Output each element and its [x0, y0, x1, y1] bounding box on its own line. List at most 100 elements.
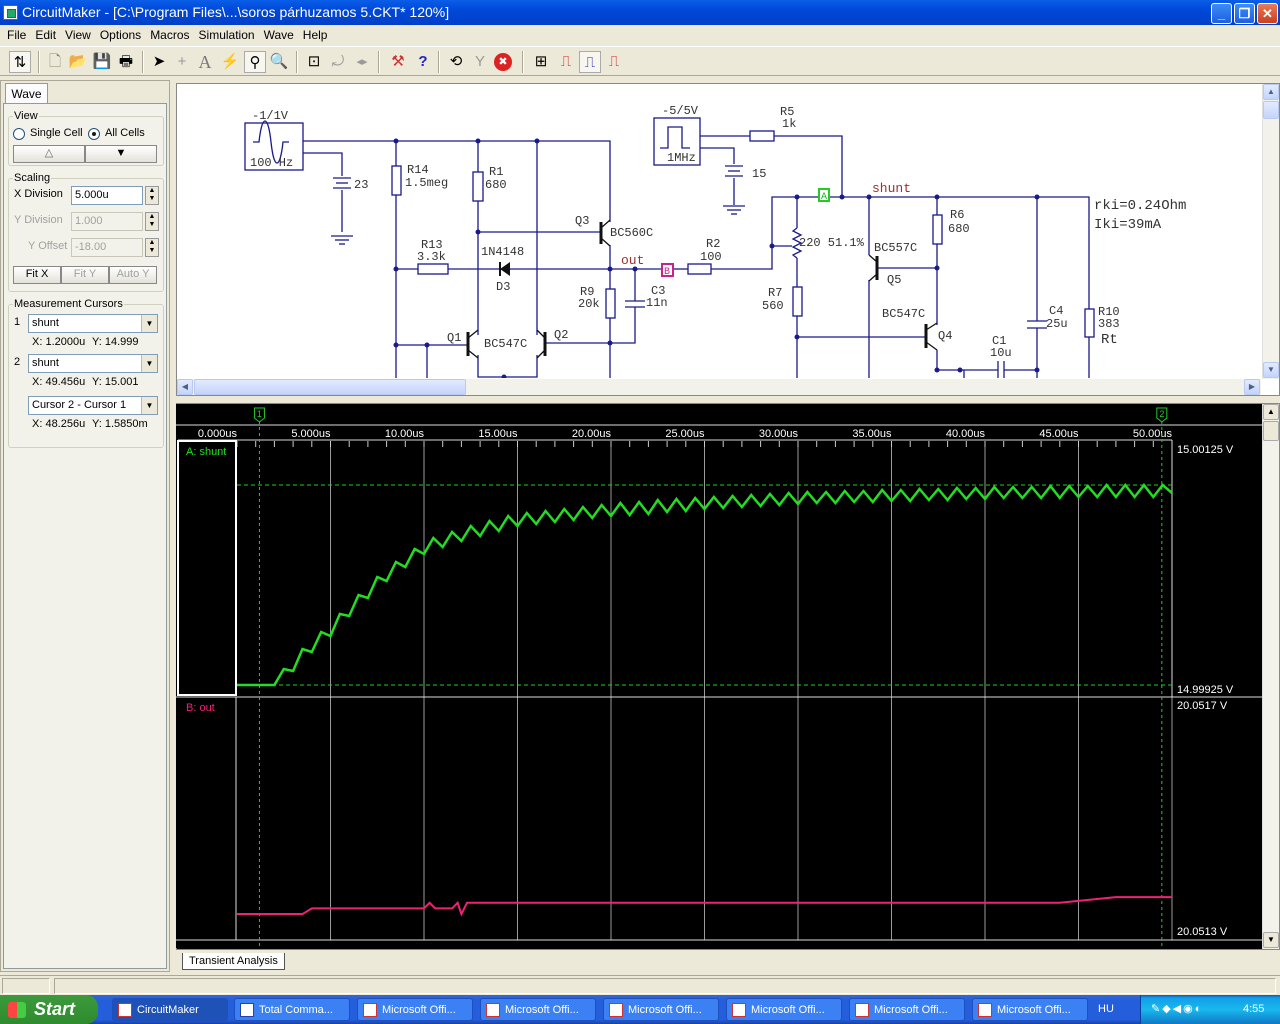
scroll-up-icon[interactable]: ▲ — [1263, 404, 1279, 420]
scroll-left-icon[interactable]: ◀ — [177, 379, 193, 395]
resistor-r2[interactable] — [687, 263, 712, 275]
battery-23v[interactable] — [333, 177, 351, 189]
help-icon[interactable]: ? — [412, 51, 434, 73]
menu-file[interactable]: File — [4, 26, 32, 45]
resistor-r9[interactable] — [605, 288, 616, 319]
cursor-1-trace-select[interactable]: shunt ▼ — [28, 314, 158, 333]
resistor-r14[interactable] — [391, 165, 402, 196]
device-icon[interactable]: ⊞ — [530, 51, 552, 73]
x-division-spinner[interactable]: ▲ ▼ — [145, 186, 159, 205]
y-offset-spinner[interactable]: ▲ ▼ — [145, 238, 159, 257]
cell-down-button[interactable]: ▼ — [85, 145, 157, 163]
taskbar-item-office[interactable]: Microsoft Offi... — [480, 998, 596, 1021]
mixed-wave-icon[interactable]: ⎍ — [603, 51, 625, 73]
y-offset-input[interactable]: -18.00 — [71, 238, 143, 257]
y-division-spinner[interactable]: ▲ ▼ — [145, 212, 159, 231]
new-file-icon[interactable]: 🗋 — [44, 51, 66, 73]
text-icon[interactable]: A — [194, 51, 216, 73]
maximize-button[interactable]: ❐ — [1234, 3, 1255, 24]
capacitor-c4[interactable] — [1027, 320, 1047, 329]
digital-wave-icon[interactable]: ⎍ — [555, 51, 577, 73]
netlist-icon[interactable]: ⚒ — [387, 51, 409, 73]
reset-icon[interactable]: ⟲ — [445, 51, 467, 73]
capacitor-c1[interactable] — [997, 361, 1005, 378]
net-label-shunt: shunt — [872, 181, 911, 196]
chevron-down-icon[interactable]: ▼ — [141, 315, 157, 332]
wave-vertical-scrollbar[interactable]: ▲ ▼ — [1262, 404, 1279, 949]
cell-up-button[interactable]: △ — [13, 145, 85, 163]
probe-tool-icon[interactable]: ⚲ — [244, 51, 266, 73]
tab-wave[interactable]: Wave — [5, 83, 48, 104]
app-icon[interactable] — [3, 5, 18, 20]
resistor-r10[interactable] — [1084, 308, 1095, 338]
cursor-2-trace-select[interactable]: shunt ▼ — [28, 354, 158, 373]
fit-y-button[interactable]: Fit Y — [61, 266, 109, 284]
print-icon[interactable]: 🖶 — [115, 51, 137, 73]
auto-y-button[interactable]: Auto Y — [109, 266, 157, 284]
analog-wave-icon[interactable]: ⎍ — [579, 51, 601, 73]
zoom-fit-icon[interactable]: ⊡ — [303, 51, 325, 73]
step-icon[interactable]: Y — [469, 51, 491, 73]
y-division-label: Y Division — [14, 214, 63, 226]
diode-d3[interactable] — [500, 262, 510, 276]
menu-edit[interactable]: Edit — [32, 26, 62, 45]
start-label: Start — [34, 999, 76, 1019]
mirror-icon[interactable]: ◂▸ — [351, 51, 373, 73]
taskbar-item-circuitmaker[interactable]: CircuitMaker — [112, 998, 228, 1021]
tab-transient-analysis[interactable]: Transient Analysis — [182, 953, 285, 970]
x-tick-label: 30.00us — [759, 428, 799, 440]
tray-icons[interactable]: ✎◆◀◉◐ — [1151, 995, 1203, 1024]
wire-cross-icon[interactable]: + — [171, 51, 193, 73]
save-icon[interactable]: 💾 — [91, 51, 113, 73]
single-cell-radio[interactable] — [13, 128, 25, 140]
close-button[interactable]: ✕ — [1257, 3, 1278, 24]
note-iki: Iki=39mA — [1094, 217, 1162, 233]
capacitor-c3[interactable] — [625, 300, 645, 308]
scroll-thumb[interactable] — [1263, 101, 1279, 119]
schematic-vertical-scrollbar[interactable]: ▲ ▼ — [1262, 84, 1279, 379]
taskbar-item-office[interactable]: Microsoft Offi... — [726, 998, 842, 1021]
y-division-input[interactable]: 1.000 — [71, 212, 143, 231]
menu-wave[interactable]: Wave — [261, 26, 300, 45]
taskbar-item-office[interactable]: Microsoft Offi... — [603, 998, 719, 1021]
menu-simulation[interactable]: Simulation — [196, 26, 261, 45]
probe-lightning-icon[interactable]: ⚡ — [219, 51, 241, 73]
open-folder-icon[interactable]: 📂 — [67, 51, 89, 73]
cursor-difference-select[interactable]: Cursor 2 - Cursor 1 ▼ — [28, 396, 158, 415]
schematic-wave-toggle-icon[interactable]: ⇅ — [9, 51, 31, 73]
menu-options[interactable]: Options — [97, 26, 147, 45]
taskbar-item-office[interactable]: Microsoft Offi... — [357, 998, 473, 1021]
schematic-horizontal-scrollbar[interactable]: ◀ ▶ — [177, 379, 1261, 395]
battery-15v[interactable] — [725, 165, 743, 177]
resistor-r6[interactable] — [932, 214, 943, 245]
scroll-right-icon[interactable]: ▶ — [1244, 379, 1260, 395]
menu-view[interactable]: View — [62, 26, 97, 45]
scroll-thumb[interactable] — [194, 379, 466, 395]
rotate-icon[interactable]: ⤾ — [327, 51, 349, 73]
x-division-input[interactable]: 5.000u — [71, 186, 143, 205]
chevron-down-icon[interactable]: ▼ — [141, 355, 157, 372]
zoom-icon[interactable]: 🔍 — [268, 51, 290, 73]
scroll-down-icon[interactable]: ▼ — [1263, 362, 1279, 378]
schematic-canvas[interactable]: -1/1V 100 Hz 23 R14 1.5meg R1 680 R13 3.… — [176, 84, 1262, 378]
resistor-r1[interactable] — [472, 171, 484, 202]
resistor-r5[interactable] — [749, 130, 775, 142]
scroll-down-icon[interactable]: ▼ — [1263, 932, 1279, 948]
minimize-button[interactable]: _ — [1211, 3, 1232, 24]
chevron-down-icon[interactable]: ▼ — [141, 397, 157, 414]
resistor-r13[interactable] — [417, 263, 449, 275]
stop-icon[interactable]: ✖ — [494, 53, 512, 71]
taskbar-item-total-commander[interactable]: Total Comma... — [234, 998, 350, 1021]
taskbar-item-office[interactable]: Microsoft Offi... — [972, 998, 1088, 1021]
all-cells-radio[interactable] — [88, 128, 100, 140]
fit-x-button[interactable]: Fit X — [13, 266, 61, 284]
menu-help[interactable]: Help — [300, 26, 334, 45]
menu-macros[interactable]: Macros — [147, 26, 195, 45]
resistor-r7[interactable] — [792, 286, 803, 317]
arrow-select-icon[interactable]: ➤ — [148, 51, 170, 73]
taskbar-item-office[interactable]: Microsoft Offi... — [849, 998, 965, 1021]
scroll-thumb[interactable] — [1263, 421, 1279, 441]
waveform-chart[interactable]: 0.000us 5.000us 10.00us 15.00us 20.00us 25.00… — [176, 404, 1262, 948]
scroll-up-icon[interactable]: ▲ — [1263, 84, 1279, 100]
language-indicator[interactable]: HU — [1098, 995, 1114, 1024]
